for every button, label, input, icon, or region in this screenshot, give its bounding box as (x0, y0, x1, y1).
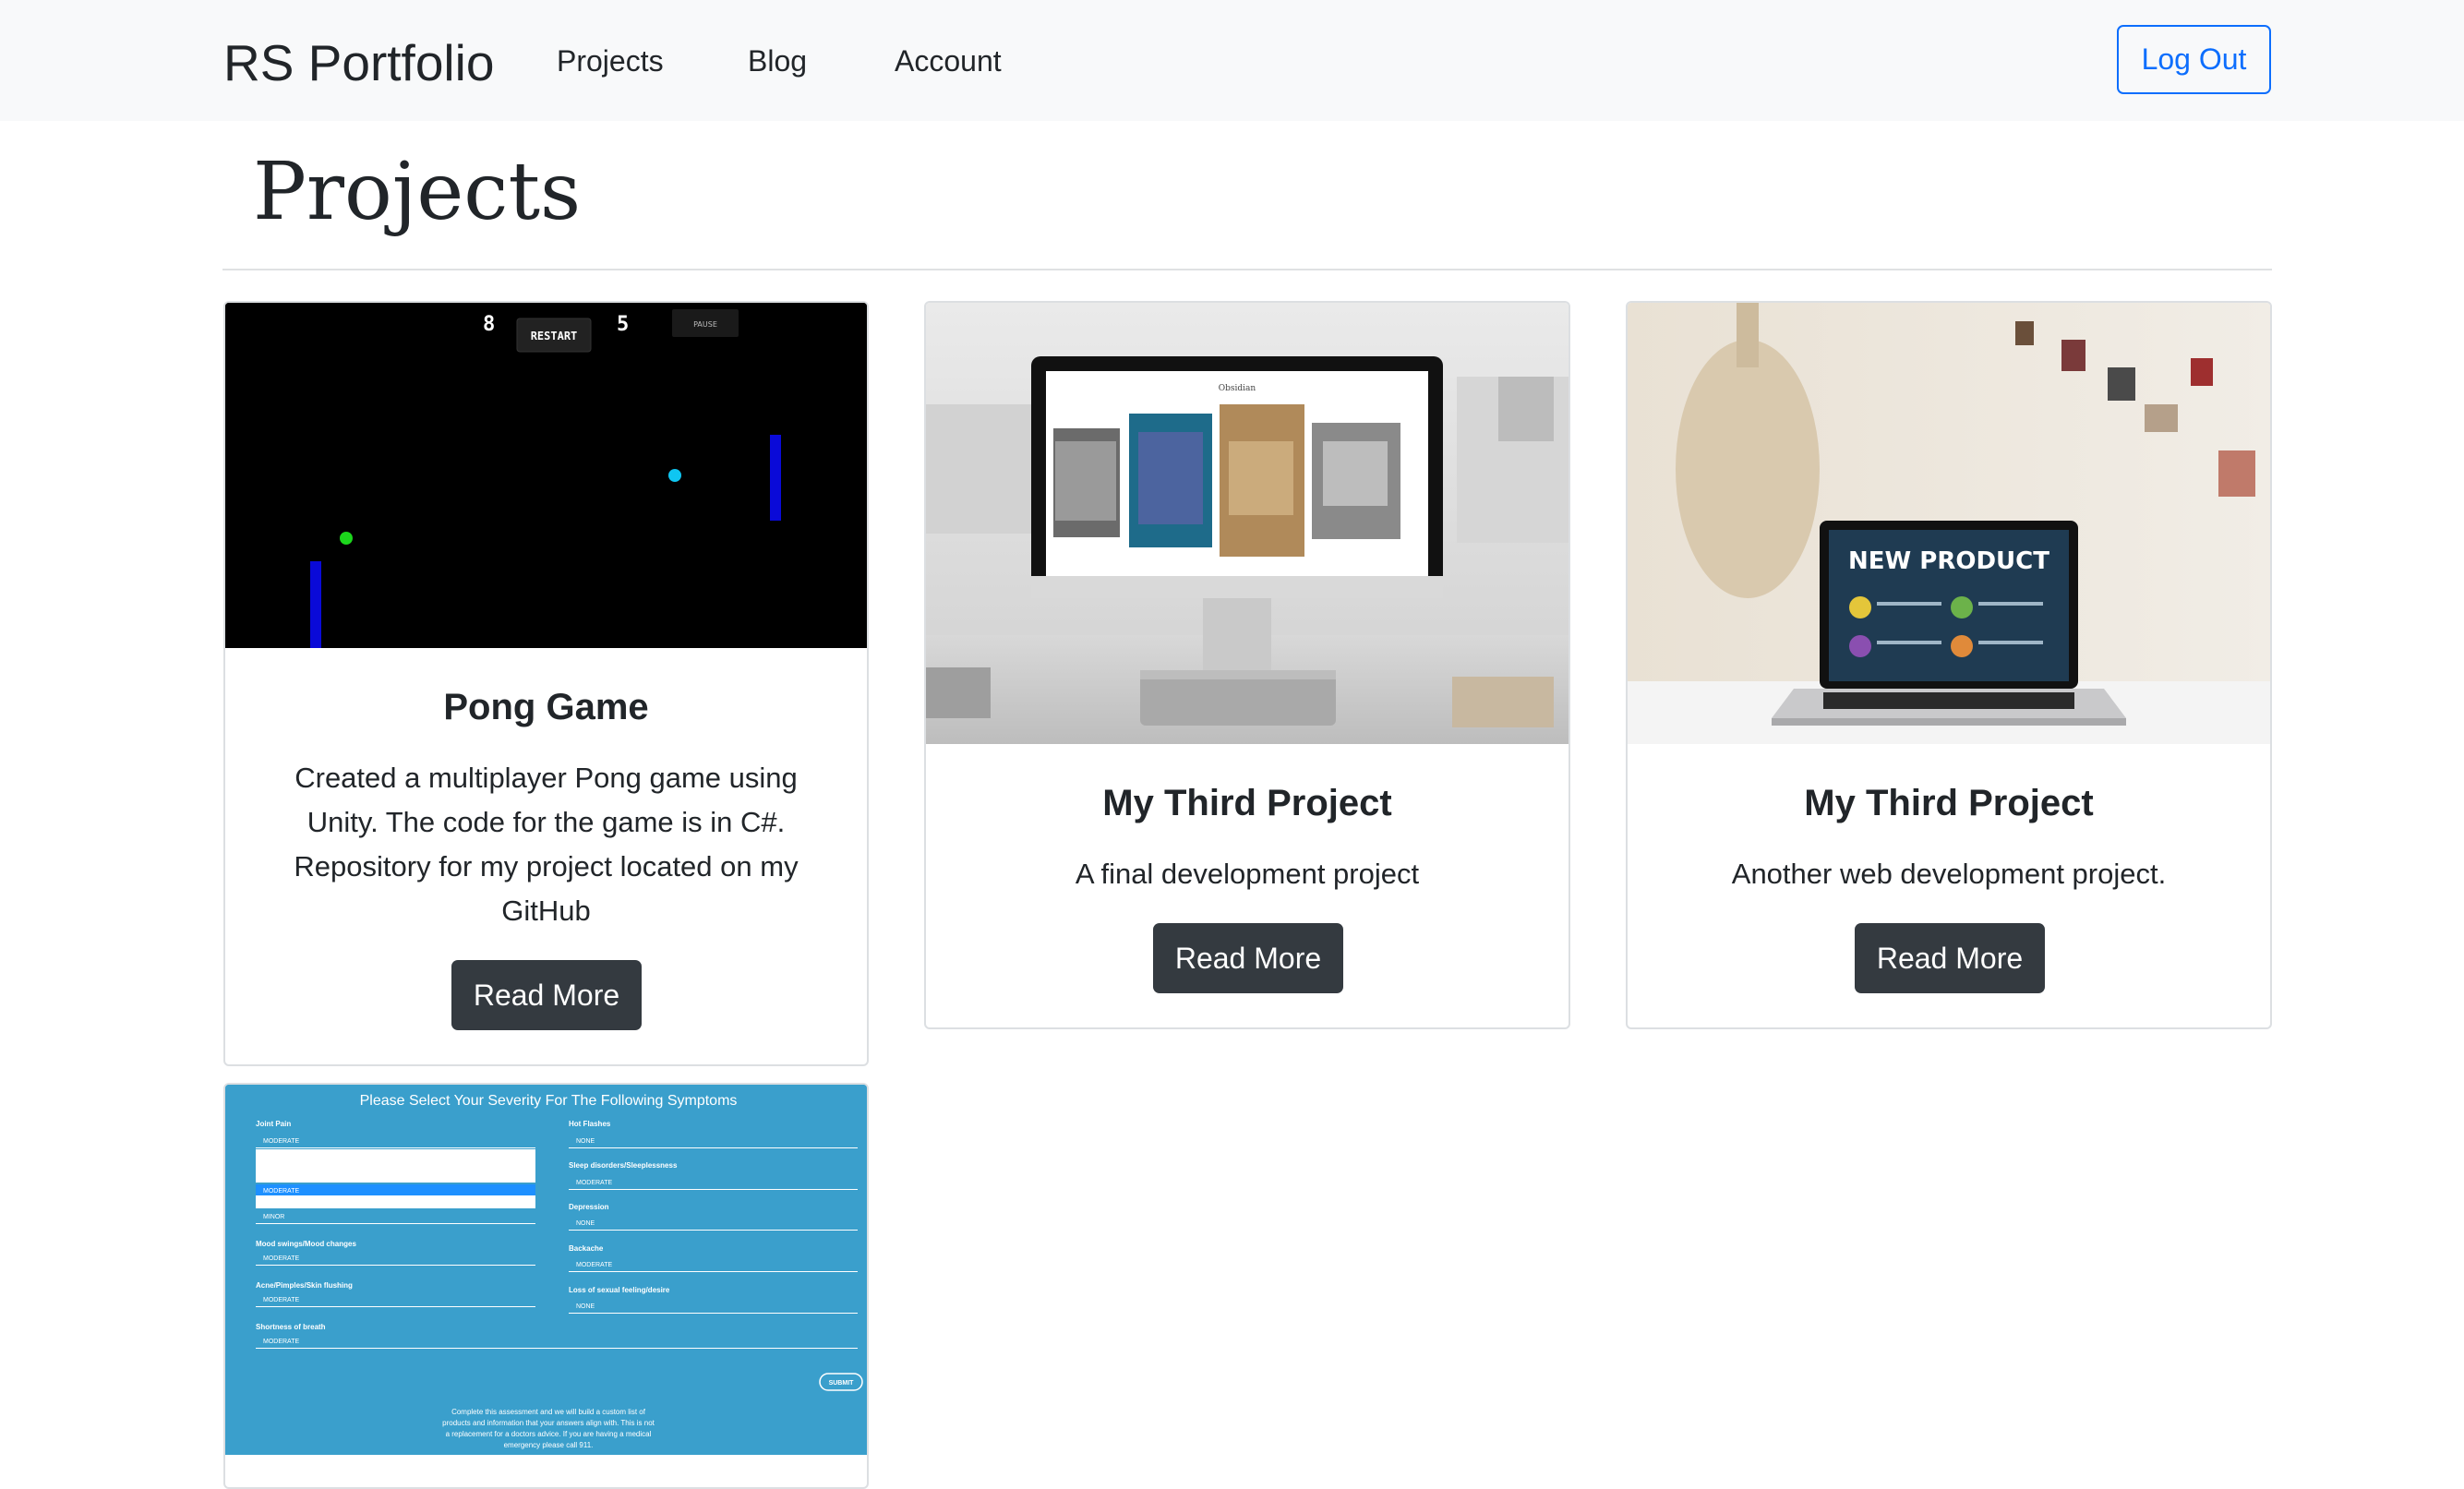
read-more-button[interactable]: Read More (1153, 923, 1343, 993)
divider (222, 269, 2272, 270)
svg-text:Mood swings/Mood changes: Mood swings/Mood changes (256, 1240, 356, 1248)
nav-link-account[interactable]: Account (895, 42, 1002, 79)
svg-text:Shortness of breath: Shortness of breath (256, 1323, 326, 1331)
svg-text:Acne/Pimples/Skin flushing: Acne/Pimples/Skin flushing (256, 1281, 353, 1290)
svg-text:NONE: NONE (576, 1303, 595, 1310)
restart-label: RESTART (531, 330, 578, 342)
pause-label: PAUSE (693, 320, 717, 329)
svg-text:Joint Pain: Joint Pain (256, 1120, 291, 1128)
score-left: 8 (483, 313, 495, 336)
nav-link-blog[interactable]: Blog (748, 42, 807, 79)
svg-text:MINOR: MINOR (263, 1214, 284, 1220)
card-text: Created a multiplayer Pong game using Un… (294, 762, 799, 927)
svg-text:Backache: Backache (569, 1244, 604, 1253)
score-right: 5 (617, 313, 629, 336)
read-more-button[interactable]: Read More (1855, 923, 2045, 993)
svg-text:Loss of sexual feeling/desire: Loss of sexual feeling/desire (569, 1286, 670, 1294)
card-text: Another web development project. (1731, 858, 2167, 890)
laptop-photo: NEW PRODUCT (1628, 303, 2270, 744)
svg-text:MODERATE: MODERATE (263, 1339, 299, 1345)
ball-cyan (668, 469, 681, 482)
svg-text:emergency please call 911.: emergency please call 911. (504, 1441, 594, 1449)
svg-text:MODERATE: MODERATE (263, 1138, 299, 1145)
project-card-symptom-form: Please Select Your Severity For The Foll… (223, 1083, 869, 1489)
svg-text:NONE: NONE (576, 1138, 595, 1145)
log-out-button[interactable]: Log Out (2117, 25, 2271, 94)
page-title: Projects (253, 146, 582, 238)
project-card-laptop: NEW PRODUCT My Third Project Another web… (1626, 301, 2272, 1029)
svg-text:MODERATE: MODERATE (263, 1255, 299, 1262)
symptom-form-image: Please Select Your Severity For The Foll… (225, 1085, 867, 1455)
symptom-form-screenshot: Please Select Your Severity For The Foll… (225, 1085, 867, 1455)
form-heading: Please Select Your Severity For The Foll… (360, 1093, 738, 1109)
laptop-photo-image: NEW PRODUCT (1628, 303, 2270, 744)
svg-text:Complete this assessment and w: Complete this assessment and we will bui… (451, 1408, 646, 1416)
card-title: Pong Game (443, 687, 649, 727)
card-title: My Third Project (1804, 783, 2094, 823)
paddle-left (310, 561, 321, 648)
svg-text:MODERATE: MODERATE (263, 1297, 299, 1303)
nav-link-projects[interactable]: Projects (557, 42, 664, 79)
svg-text:Sleep disorders/Sleeplessness: Sleep disorders/Sleeplessness (569, 1161, 678, 1170)
navbar: RS Portfolio Projects Blog Account Log O… (0, 0, 2464, 121)
read-more-button[interactable]: Read More (451, 960, 642, 1030)
svg-text:NONE: NONE (576, 1220, 595, 1227)
laptop-screen-title: NEW PRODUCT (1848, 547, 2049, 575)
desktop-photo-image: Obsidian (926, 303, 1569, 744)
svg-text:products and information that: products and information that your answe… (442, 1419, 655, 1427)
desktop-monitor-photo: Obsidian (926, 303, 1569, 744)
pong-screenshot: 8 RESTART 5 PAUSE (225, 303, 867, 648)
submit-label: SUBMIT (829, 1380, 855, 1387)
project-card-desktop: Obsidian My Third Project A final develo… (924, 301, 1570, 1029)
pong-game-image: 8 RESTART 5 PAUSE (225, 303, 867, 648)
svg-text:MODERATE: MODERATE (576, 1180, 612, 1186)
brand-link[interactable]: RS Portfolio (223, 33, 494, 92)
project-card-pong: 8 RESTART 5 PAUSE Pong Game Created a mu… (223, 301, 869, 1066)
ball-green (340, 532, 353, 545)
screen-title: Obsidian (1219, 384, 1256, 393)
svg-text:Hot Flashes: Hot Flashes (569, 1120, 611, 1128)
paddle-right (770, 435, 781, 521)
svg-text:MODERATE: MODERATE (576, 1262, 612, 1268)
svg-text:Depression: Depression (569, 1203, 609, 1211)
card-text: A final development project (1075, 858, 1420, 890)
svg-text:a replacement for a doctors ad: a replacement for a doctors advice. If y… (446, 1430, 652, 1438)
svg-text:MODERATE: MODERATE (263, 1188, 299, 1195)
card-title: My Third Project (1102, 783, 1392, 823)
